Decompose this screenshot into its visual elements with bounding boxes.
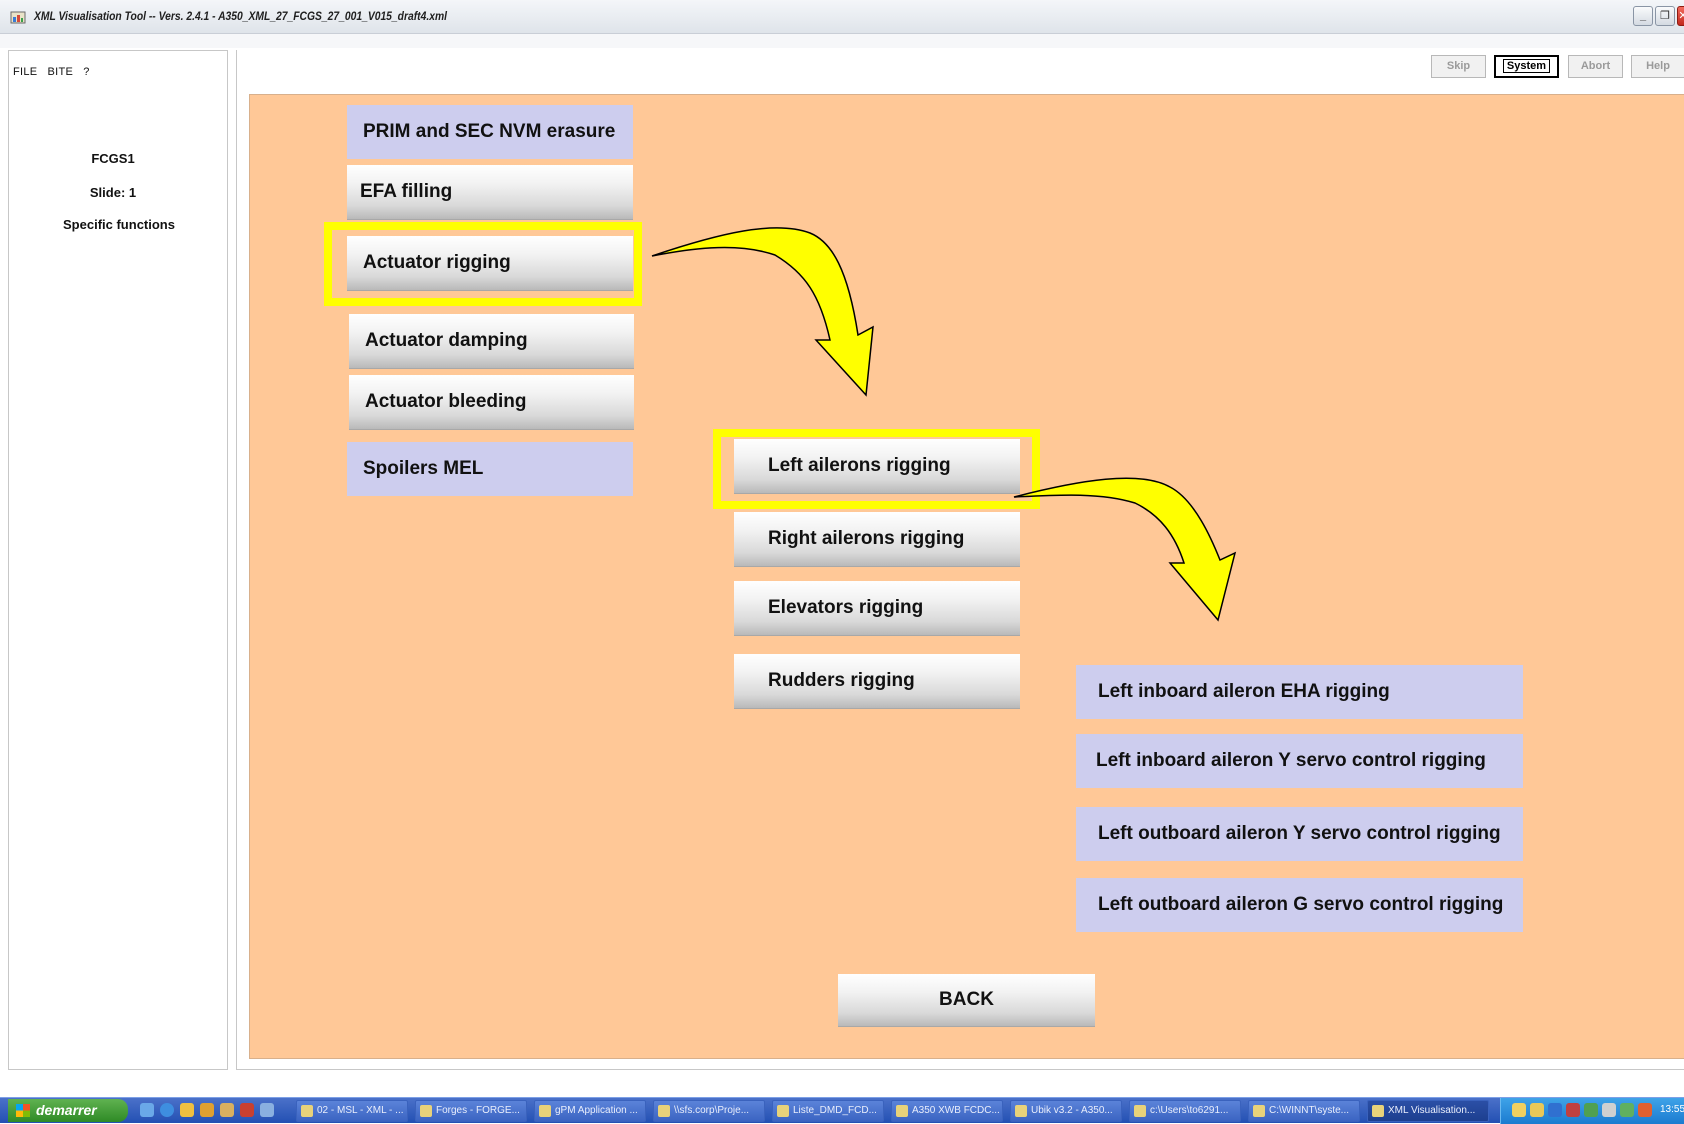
folder-icon[interactable]	[180, 1103, 194, 1117]
tray-icon[interactable]	[1530, 1103, 1544, 1117]
volume-icon[interactable]	[1602, 1103, 1616, 1117]
help-button[interactable]: Help	[1631, 55, 1684, 78]
network-icon[interactable]	[260, 1103, 274, 1117]
task-item[interactable]: 02 - MSL - XML - ...	[296, 1100, 408, 1122]
left-panel: FILE BITE ? FCGS1 Slide: 1 Specific func…	[8, 50, 228, 1070]
close-app-icon[interactable]	[240, 1103, 254, 1117]
slide-label: Slide: 1	[89, 185, 137, 200]
task-icon	[420, 1105, 432, 1117]
task-item[interactable]: C:\WINNT\syste...	[1248, 1100, 1360, 1122]
window-sub-bar	[0, 34, 1684, 48]
tray-icon[interactable]	[1512, 1103, 1526, 1117]
task-item[interactable]: A350 XWB FCDC...	[891, 1100, 1003, 1122]
clock: 13:55	[1660, 1104, 1684, 1115]
task-item[interactable]: Liste_DMD_FCD...	[772, 1100, 884, 1122]
taskbar: demarrer 02 - MSL - XML - ... Forges - F…	[0, 1097, 1684, 1124]
menu-bar: FILE BITE ?	[13, 66, 97, 78]
abort-button[interactable]: Abort	[1568, 55, 1623, 78]
task-item[interactable]: Forges - FORGE...	[415, 1100, 527, 1122]
main-panel: Skip System Abort Help PRIM and SEC NVM …	[236, 50, 1684, 1070]
window-title-bar: XML Visualisation Tool -- Vers. 2.4.1 - …	[0, 0, 1684, 34]
minimize-button[interactable]: _	[1633, 6, 1653, 26]
desktop-icon[interactable]	[140, 1103, 154, 1117]
browser-icon[interactable]	[160, 1103, 174, 1117]
start-button[interactable]: demarrer	[8, 1099, 128, 1122]
task-icon	[1134, 1105, 1146, 1117]
task-item[interactable]: \\sfs.corp\Proje...	[653, 1100, 765, 1122]
section-label: Specific functions	[63, 217, 175, 232]
task-icon	[658, 1105, 670, 1117]
menu-file[interactable]: FILE	[13, 66, 37, 78]
task-icon	[1015, 1105, 1027, 1117]
skip-button[interactable]: Skip	[1431, 55, 1486, 78]
tray-icon[interactable]	[1638, 1103, 1652, 1117]
tray-icon[interactable]	[1620, 1103, 1634, 1117]
app-icon	[10, 11, 26, 24]
maximize-button[interactable]: ❐	[1655, 6, 1675, 26]
station-label: FCGS1	[91, 151, 135, 166]
task-icon	[896, 1105, 908, 1117]
close-button[interactable]: ✕	[1677, 6, 1684, 26]
tray-icon[interactable]	[1548, 1103, 1562, 1117]
flow-arrows	[651, 227, 1237, 622]
task-icon	[1253, 1105, 1265, 1117]
system-button[interactable]: System	[1494, 55, 1559, 78]
window-title: XML Visualisation Tool -- Vers. 2.4.1 - …	[34, 9, 447, 23]
app-icon-quicklaunch[interactable]	[200, 1103, 214, 1117]
task-item[interactable]: Ubik v3.2 - A350...	[1010, 1100, 1122, 1122]
task-icon	[301, 1105, 313, 1117]
curved-arrow-2	[1013, 477, 1237, 622]
tray-icon[interactable]	[1584, 1103, 1598, 1117]
task-icon	[539, 1105, 551, 1117]
start-button-label: demarrer	[36, 1102, 97, 1118]
task-item[interactable]: c:\Users\to6291...	[1129, 1100, 1241, 1122]
slide-canvas: PRIM and SEC NVM erasure EFA filling Act…	[249, 94, 1684, 1059]
tool-icon[interactable]	[220, 1103, 234, 1117]
curved-arrow-1	[651, 227, 874, 397]
task-item-active[interactable]: XML Visualisation...	[1367, 1100, 1489, 1122]
windows-logo-icon	[16, 1104, 30, 1117]
menu-help[interactable]: ?	[83, 66, 89, 78]
task-item[interactable]: gPM Application ...	[534, 1100, 646, 1122]
task-icon	[1372, 1105, 1384, 1117]
task-icon	[777, 1105, 789, 1117]
tray-icon[interactable]	[1566, 1103, 1580, 1117]
system-button-label: System	[1502, 59, 1551, 73]
menu-bite[interactable]: BITE	[48, 66, 74, 78]
